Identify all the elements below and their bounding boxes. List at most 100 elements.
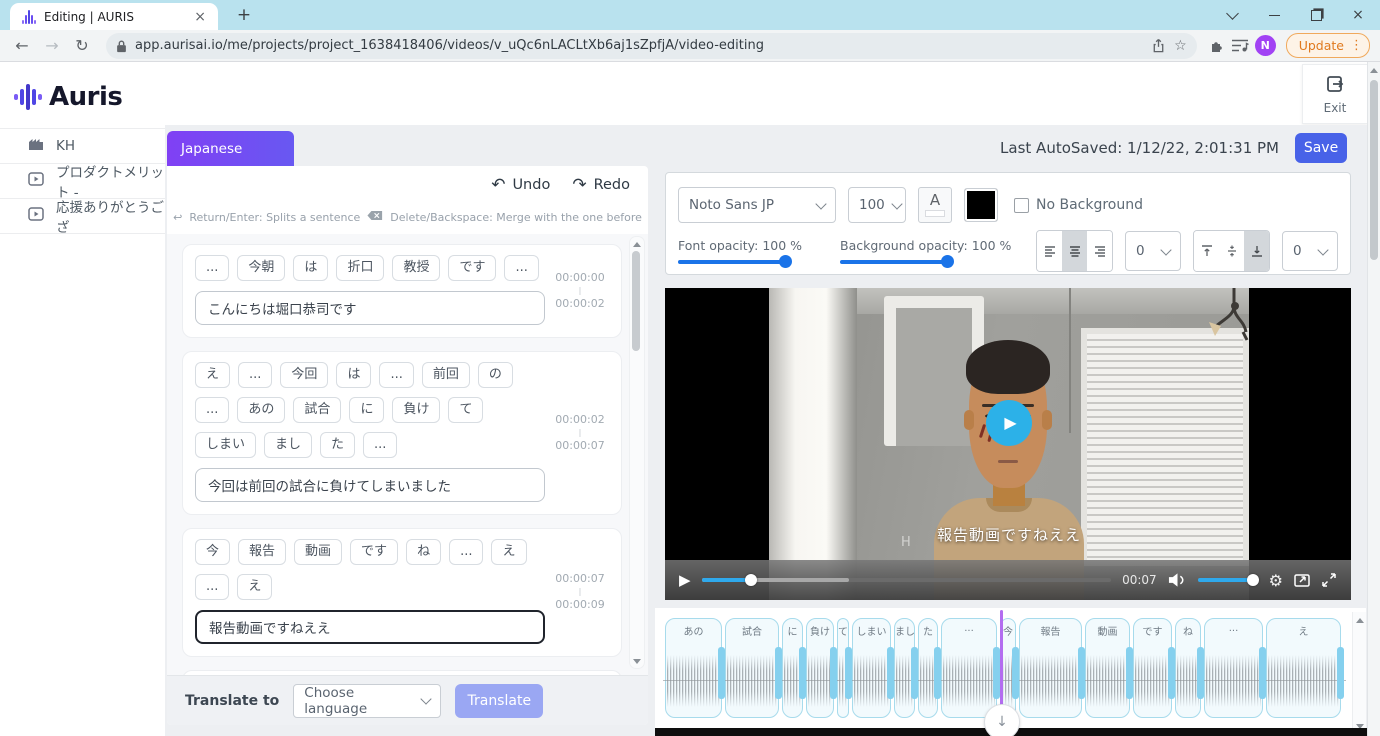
align-center-button[interactable] (1062, 231, 1087, 271)
background-opacity-slider[interactable] (840, 260, 952, 264)
minimize-button[interactable] (1266, 7, 1282, 23)
media-controls-icon[interactable] (1231, 38, 1249, 53)
timeline-scrollbar[interactable] (1352, 612, 1366, 734)
segment-trim-handle[interactable] (799, 647, 806, 699)
tab-japanese[interactable]: Japanese (167, 131, 294, 166)
word-token[interactable]: は (336, 362, 371, 388)
volume-slider[interactable] (1198, 578, 1258, 582)
timeline-segment[interactable]: 試合 (725, 618, 779, 718)
background-color-swatch[interactable] (964, 188, 998, 222)
scrollbar-thumb[interactable] (632, 251, 640, 351)
timeline-segment[interactable]: 動画 (1085, 618, 1130, 718)
sidebar-item-video-1[interactable]: プロダクトメリット - (0, 163, 165, 198)
progress-bar[interactable] (702, 578, 1112, 582)
word-token[interactable]: 教授 (392, 255, 440, 281)
profile-avatar[interactable]: N (1255, 35, 1276, 56)
scroll-up-icon[interactable] (1368, 64, 1380, 76)
word-token[interactable]: ... (363, 432, 397, 458)
timeline-segment[interactable]: え (1266, 618, 1341, 718)
segment-trim-handle[interactable] (1197, 647, 1204, 699)
font-size-select[interactable]: 100 (848, 187, 906, 223)
timeline-segment[interactable]: ... (941, 618, 997, 718)
word-token[interactable]: ... (195, 574, 229, 600)
valign-top-button[interactable] (1194, 231, 1219, 271)
word-token[interactable]: 今回 (280, 362, 328, 388)
word-token[interactable]: ... (379, 362, 413, 388)
word-token[interactable]: え (491, 539, 526, 565)
language-select[interactable]: Choose language (293, 684, 441, 718)
segment-trim-handle[interactable] (887, 647, 894, 699)
maximize-button[interactable] (1308, 7, 1324, 23)
tab-search-icon[interactable] (1224, 7, 1240, 23)
extensions-puzzle-icon[interactable] (1209, 38, 1225, 54)
align-left-button[interactable] (1037, 231, 1062, 271)
play-button[interactable]: ▶ (679, 571, 691, 589)
word-token[interactable]: た (320, 432, 355, 458)
segment-trim-handle[interactable] (1259, 647, 1266, 699)
word-token[interactable]: です (350, 539, 398, 565)
word-token[interactable]: て (448, 397, 483, 423)
close-window-button[interactable]: × (1350, 7, 1366, 23)
update-button[interactable]: Update ⋮ (1286, 33, 1370, 58)
word-token[interactable]: 負け (392, 397, 440, 423)
sentence-input[interactable] (195, 468, 545, 502)
sentence-list-scrollbar[interactable] (629, 236, 645, 669)
slider-thumb[interactable] (779, 255, 792, 268)
word-token[interactable]: まし (264, 432, 312, 458)
slider-thumb[interactable] (941, 255, 954, 268)
word-token[interactable]: は (293, 255, 328, 281)
word-token[interactable]: ... (449, 539, 483, 565)
word-token[interactable]: 試合 (293, 397, 341, 423)
font-family-select[interactable]: Noto Sans JP (678, 187, 836, 223)
word-token[interactable]: ... (195, 397, 229, 423)
bookmark-star-icon[interactable]: ☆ (1174, 38, 1187, 54)
address-bar[interactable]: app.aurisai.io/me/projects/project_16384… (106, 33, 1197, 59)
play-overlay-button[interactable]: ▶ (986, 400, 1032, 446)
word-token[interactable]: え (195, 362, 230, 388)
progress-thumb[interactable] (745, 574, 757, 586)
timeline-segment[interactable]: まし (894, 618, 915, 718)
segment-trim-handle[interactable] (845, 647, 852, 699)
segment-trim-handle[interactable] (1012, 647, 1019, 699)
word-token[interactable]: 今朝 (237, 255, 285, 281)
playhead-drop-button[interactable]: ↓ (984, 704, 1020, 736)
segment-trim-handle[interactable] (830, 647, 837, 699)
word-token[interactable]: ... (504, 255, 538, 281)
segment-trim-handle[interactable] (718, 647, 725, 699)
new-tab-button[interactable]: + (232, 4, 256, 28)
word-token[interactable]: 今 (195, 539, 230, 565)
share-icon[interactable] (1151, 38, 1166, 53)
word-token[interactable]: です (448, 255, 496, 281)
back-button[interactable]: ← (10, 36, 34, 55)
align-right-button[interactable] (1087, 231, 1112, 271)
no-background-checkbox[interactable] (1014, 198, 1029, 213)
volume-thumb[interactable] (1247, 574, 1259, 586)
redo-button[interactable]: ↷ Redo (572, 175, 630, 195)
word-token[interactable]: 動画 (294, 539, 342, 565)
segment-trim-handle[interactable] (911, 647, 918, 699)
word-token[interactable]: え (237, 574, 272, 600)
word-token[interactable]: 前回 (422, 362, 470, 388)
page-scrollbar[interactable] (1367, 62, 1380, 736)
video-player[interactable]: 報告動画ですねええ H ▶ ▶ 00:07 (665, 288, 1351, 600)
undo-button[interactable]: ↶ Undo (491, 175, 550, 195)
segment-trim-handle[interactable] (934, 647, 941, 699)
timeline-segment[interactable]: ... (1204, 618, 1263, 718)
timeline-segment[interactable]: あの (665, 618, 722, 718)
exit-button[interactable]: Exit (1302, 64, 1368, 124)
font-opacity-slider[interactable] (678, 260, 790, 264)
settings-gear-icon[interactable]: ⚙ (1269, 571, 1283, 590)
word-token[interactable]: ... (238, 362, 272, 388)
timeline-segment[interactable]: て (837, 618, 849, 718)
page-scrollbar-thumb[interactable] (1370, 80, 1378, 260)
segment-trim-handle[interactable] (1078, 647, 1085, 699)
word-token[interactable]: 報告 (238, 539, 286, 565)
fullscreen-icon[interactable] (1321, 572, 1337, 588)
word-token[interactable]: ... (195, 255, 229, 281)
word-token[interactable]: しまい (195, 432, 256, 458)
word-token[interactable]: ね (406, 539, 441, 565)
volume-icon[interactable] (1168, 572, 1187, 588)
word-token[interactable]: の (478, 362, 513, 388)
valign-bottom-button[interactable] (1244, 231, 1269, 271)
timeline-segment[interactable]: 負け (806, 618, 834, 718)
